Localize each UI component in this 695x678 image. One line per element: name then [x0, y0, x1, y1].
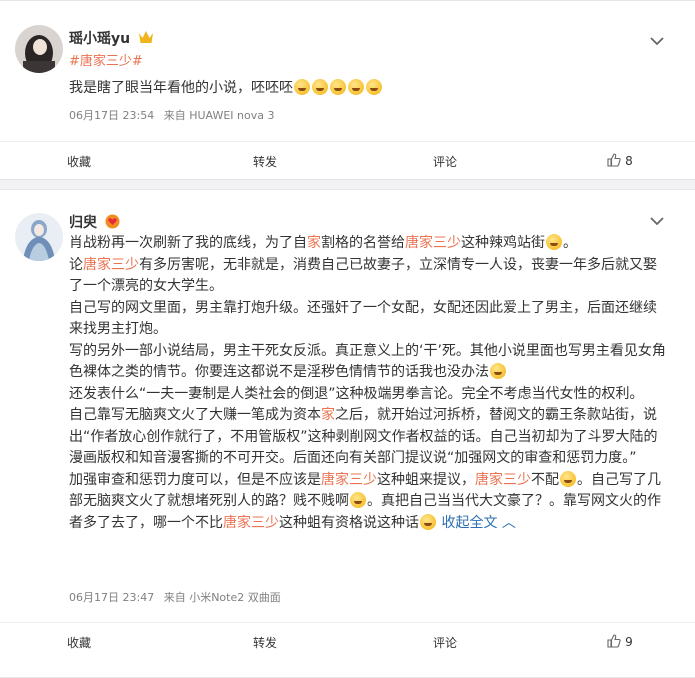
like-button[interactable]: 8 — [545, 142, 695, 180]
favorite-button[interactable]: 收藏 — [0, 142, 185, 180]
text-line: 部无脑爽文火了就想堵死别人的路？贱不贱啊 。真把自己当当代大文豪了？。靠写网文火的… — [69, 492, 661, 509]
text-line: 肖战粉再一次刷新了我的底线，为了自家割格的名誉给唐家三少这种辣鸡站街。 — [69, 234, 577, 251]
comment-button[interactable]: 评论 — [345, 623, 545, 661]
thumbs-up-icon — [607, 152, 621, 170]
repost-button[interactable]: 转发 — [185, 142, 345, 180]
repost-label: 转发 — [252, 635, 277, 650]
keyword-link[interactable]: 唐家三少 — [83, 257, 139, 273]
text-line: 自己靠写无脑爽文火了大赚一笔成为资本家之后，就开始过河拆桥，替阅文的霸王条款站街… — [69, 407, 657, 423]
username[interactable]: 归臾 — [69, 212, 120, 233]
chevron-down-icon[interactable] — [649, 33, 665, 49]
username-text[interactable]: 归臾 — [69, 215, 97, 231]
comment-label: 评论 — [432, 635, 457, 650]
hashtag-link[interactable]: #唐家三少# — [69, 54, 143, 69]
keyword-link[interactable]: 唐家三少 — [223, 515, 279, 531]
post-time[interactable]: 06月17日 23:47 — [69, 591, 154, 604]
avatar[interactable] — [15, 213, 63, 261]
post-source[interactable]: 来自 HUAWEI nova 3 — [164, 109, 275, 122]
text-line: 了一个漂亮的女大学生。 — [69, 278, 223, 294]
text-line: 加强审查和惩罚力度可以，但是不应该是唐家三少这种蛆来提议，唐家三少不配 。自己写了… — [69, 470, 661, 488]
keyword-link[interactable]: 唐家三少 — [405, 235, 461, 251]
text-line: 论唐家三少有多厉害呢，无非就是，消费自己已故妻子，立深情专一人设，丧妻一年多后就… — [69, 256, 657, 273]
action-bar: 收藏 转发 评论 9 — [0, 622, 695, 661]
text-line: 写的另外一部小说结局，男主干死女反派。真正意义上的‘干’死。其他小说里面也写男主… — [69, 342, 666, 359]
text-line: 者多了去了，哪一个不比唐家三少这种蛆有资格说这种话 收起全文 ︿ — [69, 513, 516, 531]
grin-emoji-icon — [546, 234, 562, 250]
repost-button[interactable]: 转发 — [185, 623, 345, 661]
post-source[interactable]: 来自 小米Note2 双曲面 — [164, 591, 281, 604]
grin-emoji-icon — [420, 513, 436, 530]
favorite-label: 收藏 — [67, 635, 92, 650]
vip-crown-icon — [138, 30, 154, 48]
text-line: 自己写的网文里面，男主靠打炮升级。还强奸了一个女配，女配还因此爱上了男主，后面还… — [69, 299, 657, 316]
weibo-card-1: 瑶小瑶yu #唐家三少# 我是瞎了眼当年看他的小说，呸呸呸 06月17日 23:… — [0, 0, 695, 180]
post-time[interactable]: 06月17日 23:54 — [69, 109, 154, 122]
dizzy-emoji-icon — [350, 492, 366, 508]
username-text[interactable]: 瑶小瑶yu — [69, 31, 130, 47]
like-count: 8 — [625, 154, 633, 168]
action-bar: 收藏 转发 评论 8 — [0, 141, 695, 180]
text-line: 漫画版权和知音漫客撕的不可开交。后面还向有关部门提议说“加强网文的审查和惩罚力度… — [69, 450, 637, 466]
text-line: 来找男主打炮。 — [69, 321, 167, 337]
favorite-button[interactable]: 收藏 — [0, 623, 185, 661]
chevron-down-icon[interactable] — [649, 213, 665, 229]
text-line: 出“作者放心创作就行了，不用管版权”这种剥削网文作者权益的话。自己当初却为了斗罗… — [69, 428, 658, 445]
keyword-link[interactable]: 唐家三少 — [321, 472, 377, 488]
post-body: 肖战粉再一次刷新了我的底线，为了自家割格的名誉给唐家三少这种辣鸡站街。 论唐家三… — [69, 233, 669, 534]
post-text: 我是瞎了眼当年看他的小说，呸呸呸 — [69, 80, 293, 96]
text-line: 色裸体之类的情节。你要连这都说不是淫秽色情情节的话我也没办法 — [69, 362, 669, 384]
text-line: 还发表什么“一夫一妻制是人类社会的倒退”这种极端男拳言论。完全不考虑当代女性的权… — [69, 385, 644, 402]
heart-medal-icon — [105, 214, 120, 233]
repost-label: 转发 — [252, 154, 277, 169]
comment-label: 评论 — [432, 154, 457, 169]
collapse-text-link[interactable]: 收起全文 ︿ — [441, 515, 515, 531]
username[interactable]: 瑶小瑶yu — [69, 28, 154, 48]
avatar[interactable] — [15, 25, 63, 73]
like-count: 9 — [625, 635, 633, 649]
comment-button[interactable]: 评论 — [345, 142, 545, 180]
weibo-card-2: 归臾 肖战粉再一次刷新了我的底线，为了自家割格的名誉给唐家三少这种辣鸡站街。 论… — [0, 189, 695, 678]
grin-emoji-icon — [490, 363, 506, 379]
chevron-up-icon: ︿ — [497, 514, 516, 531]
keyword-link[interactable]: 唐家三少 — [475, 472, 531, 488]
grin-emoji-icon — [560, 470, 576, 487]
laugh-emoji-icon — [293, 79, 383, 96]
like-button[interactable]: 9 — [545, 623, 695, 661]
thumbs-up-icon — [607, 633, 621, 651]
favorite-label: 收藏 — [67, 154, 92, 169]
